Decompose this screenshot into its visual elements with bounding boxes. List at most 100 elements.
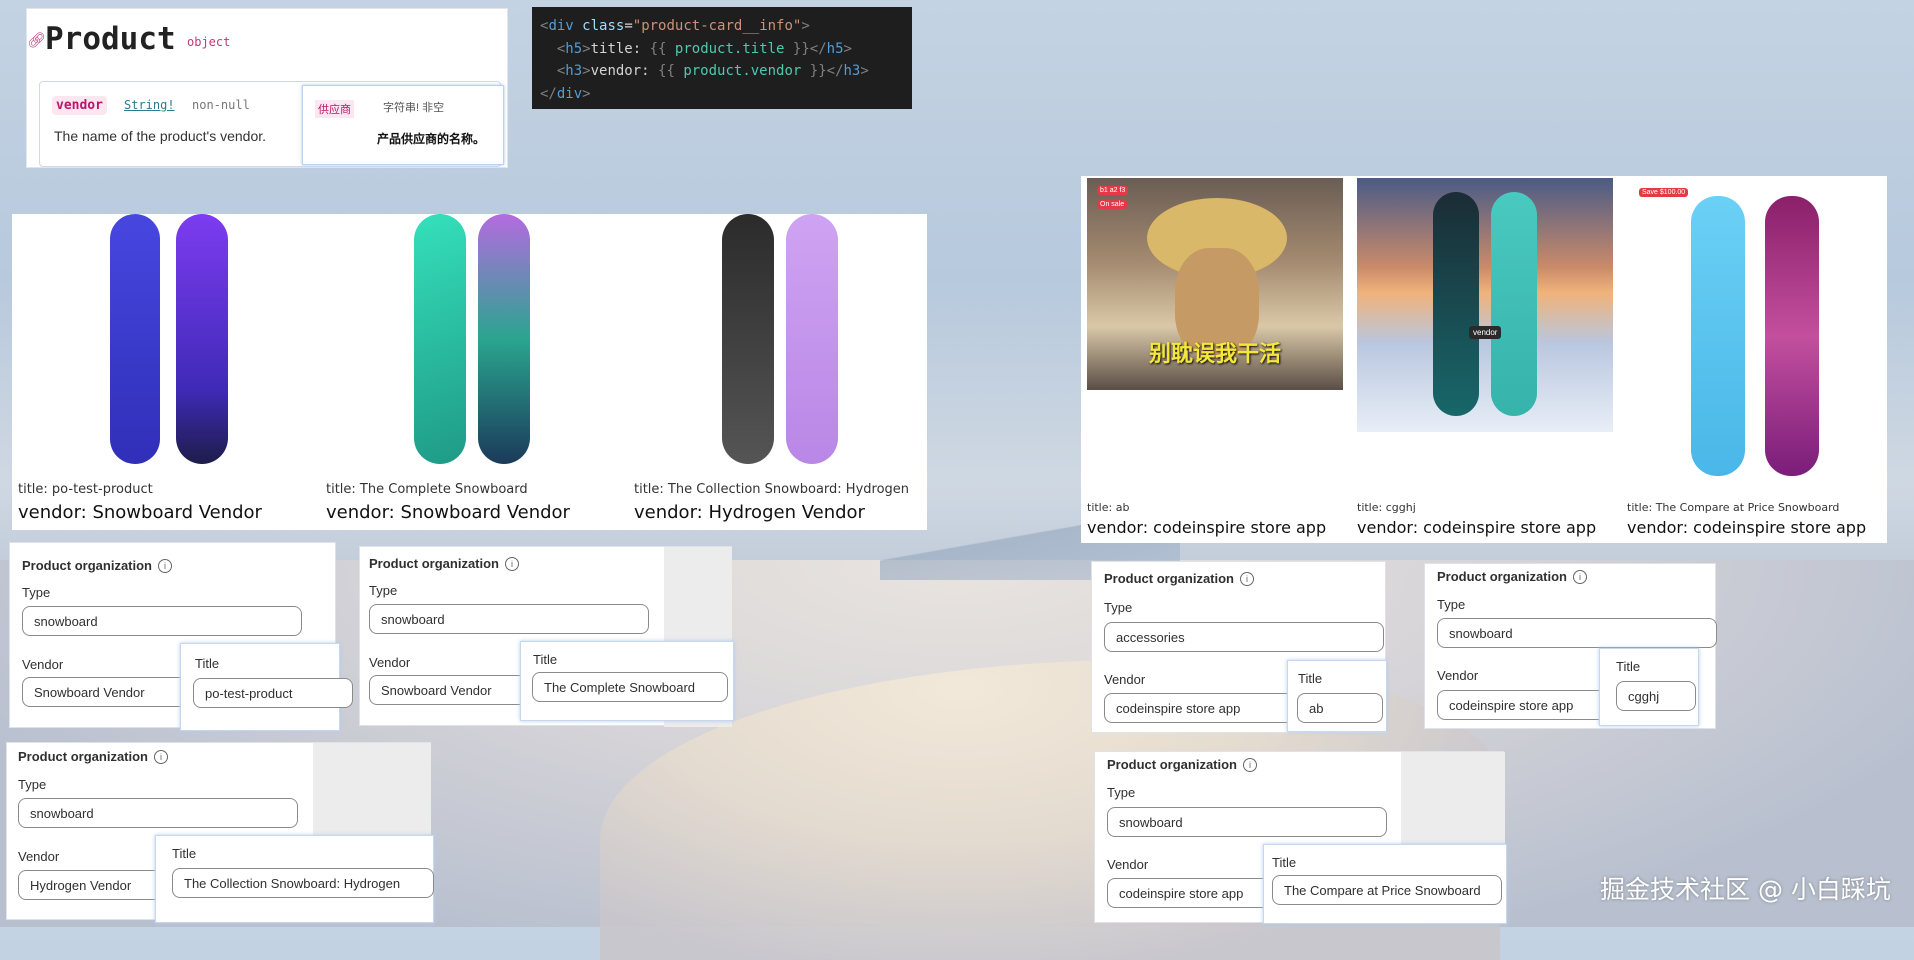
snowboard-image xyxy=(1765,196,1819,476)
snowboard-image xyxy=(1433,192,1479,416)
product-title: title: The Compare at Price Snowboard xyxy=(1627,501,1840,514)
title-input[interactable]: The Collection Snowboard: Hydrogen xyxy=(172,868,434,898)
snowboard-image xyxy=(1691,196,1745,476)
sale-badge: On sale xyxy=(1097,200,1128,209)
type-label: Type xyxy=(18,777,47,792)
snowboard-image xyxy=(110,214,160,464)
product-organization-panel: Product organization i Type accessories V… xyxy=(1091,561,1387,733)
type-label: Type xyxy=(1437,597,1466,612)
vendor-label: Vendor xyxy=(22,657,64,672)
product-vendor: vendor: Snowboard Vendor xyxy=(326,502,570,523)
title-popover: Title cgghj xyxy=(1599,648,1699,726)
title-label: Title xyxy=(1298,671,1323,686)
product-card[interactable]: title: po-test-product vendor: Snowboard… xyxy=(18,214,318,530)
product-grid-custom: b1 a2 f3 On sale 别耽误我干活 title: ab vendor… xyxy=(1081,176,1887,543)
snowboard-image xyxy=(786,214,838,464)
product-vendor: vendor: Hydrogen Vendor xyxy=(634,502,865,523)
product-card[interactable]: vendor title: cgghj vendor: codeinspire … xyxy=(1357,176,1613,543)
type-input[interactable]: accessories xyxy=(1104,622,1384,652)
title-popover: Title ab xyxy=(1287,660,1387,732)
type-input[interactable]: snowboard xyxy=(369,604,649,634)
schema-doc-panel: 🔗︎ Product object vendor String! non-nul… xyxy=(26,8,508,168)
type-input[interactable]: snowboard xyxy=(18,798,298,828)
org-heading: Product organization i xyxy=(18,749,168,764)
org-heading: Product organization i xyxy=(1437,569,1587,584)
snowboard-image xyxy=(478,214,530,464)
org-heading: Product organization i xyxy=(1104,571,1254,586)
product-card[interactable]: title: The Complete Snowboard vendor: Sn… xyxy=(326,214,626,530)
title-popover: Title The Collection Snowboard: Hydrogen xyxy=(155,835,434,923)
product-vendor: vendor: codeinspire store app xyxy=(1087,518,1327,537)
type-input[interactable]: snowboard xyxy=(1107,807,1387,837)
title-popover: Title po-test-product xyxy=(180,643,353,731)
info-icon[interactable]: i xyxy=(1240,572,1254,586)
title-input[interactable]: The Complete Snowboard xyxy=(532,672,728,702)
translated-field-name: 供应商 xyxy=(315,100,354,118)
vendor-label: Vendor xyxy=(1107,857,1149,872)
product-title: title: The Complete Snowboard xyxy=(326,482,528,497)
translated-field-type: 字符串! 非空 xyxy=(383,102,445,114)
type-input[interactable]: snowboard xyxy=(1437,618,1717,648)
title-input[interactable]: cgghj xyxy=(1616,681,1696,711)
code-line: <div class="product-card__info"> xyxy=(540,18,810,34)
vendor-label: Vendor xyxy=(1104,672,1146,687)
title-label: Title xyxy=(1272,855,1297,870)
type-input[interactable]: snowboard xyxy=(22,606,302,636)
type-label: Type xyxy=(22,585,51,600)
field-description: The name of the product's vendor. xyxy=(54,128,267,144)
title-label: Title xyxy=(1616,659,1641,674)
product-vendor: vendor: codeinspire store app xyxy=(1627,518,1867,537)
product-image: vendor xyxy=(1357,178,1613,432)
vendor-label: Vendor xyxy=(1437,668,1479,683)
product-grid-default: title: po-test-product vendor: Snowboard… xyxy=(12,214,927,530)
title-popover: Title The Complete Snowboard xyxy=(520,641,734,721)
product-organization-panel: Product organization i Type snowboard Ven… xyxy=(359,546,734,727)
product-title: title: po-test-product xyxy=(18,482,153,497)
product-image: b1 a2 f3 On sale 别耽误我干活 xyxy=(1087,178,1343,390)
code-line: <h5>title: {{ product.title }}</h5> xyxy=(556,40,852,57)
title-input[interactable]: ab xyxy=(1297,693,1383,723)
image-caption: 别耽误我干活 xyxy=(1149,342,1282,367)
link-icon[interactable]: 🔗︎ xyxy=(27,31,46,49)
vendor-label: Vendor xyxy=(369,655,411,670)
product-card[interactable]: Save $100.00 title: The Compare at Price… xyxy=(1627,176,1883,543)
product-title: title: ab xyxy=(1087,501,1130,514)
title-popover: Title The Compare at Price Snowboard xyxy=(1263,844,1507,924)
code-line: <h3>vendor: {{ product.vendor }}</h3> xyxy=(556,63,869,79)
product-card[interactable]: title: The Collection Snowboard: Hydroge… xyxy=(634,214,924,530)
title-input[interactable]: po-test-product xyxy=(193,678,353,708)
schema-title: Product xyxy=(45,21,176,57)
info-icon[interactable]: i xyxy=(154,750,168,764)
snowboard-image xyxy=(1491,192,1537,416)
snowboard-image xyxy=(414,214,466,464)
type-label: Type xyxy=(1107,785,1136,800)
product-title: title: The Collection Snowboard: Hydroge… xyxy=(634,482,910,497)
vendor-label: Vendor xyxy=(18,849,60,864)
type-label: Type xyxy=(369,583,398,598)
translated-description: 产品供应商的名称。 xyxy=(377,132,486,146)
snowboard-image xyxy=(722,214,774,464)
code-snippet: <div class="product-card__info"> <h5>tit… xyxy=(532,7,912,109)
info-icon[interactable]: i xyxy=(158,559,172,573)
vendor-input[interactable]: codeinspire store app xyxy=(1104,693,1304,723)
product-organization-panel: Product organization i Type snowboard Ven… xyxy=(1094,751,1507,924)
product-badge: b1 a2 f3 xyxy=(1097,186,1129,195)
code-line: </div> xyxy=(540,85,591,102)
type-label: Type xyxy=(1104,600,1133,615)
info-icon[interactable]: i xyxy=(1243,758,1257,772)
snowboard-image xyxy=(176,214,228,464)
product-title: title: cgghj xyxy=(1357,501,1416,514)
product-organization-panel: Product organization i Type snowboard Ven… xyxy=(9,542,353,731)
title-input[interactable]: The Compare at Price Snowboard xyxy=(1272,875,1502,905)
field-type-link[interactable]: String! xyxy=(124,98,175,112)
save-badge: Save $100.00 xyxy=(1639,188,1689,197)
product-card[interactable]: b1 a2 f3 On sale 别耽误我干活 title: ab vendor… xyxy=(1087,176,1343,543)
org-heading: Product organization i xyxy=(369,556,519,571)
product-organization-panel: Product organization i Type snowboard Ven… xyxy=(6,742,434,923)
info-icon[interactable]: i xyxy=(1573,570,1587,584)
vendor-label: vendor xyxy=(1469,326,1502,339)
info-icon[interactable]: i xyxy=(505,557,519,571)
field-name: vendor xyxy=(52,96,107,115)
object-tag: object xyxy=(187,35,231,49)
title-label: Title xyxy=(172,846,197,861)
